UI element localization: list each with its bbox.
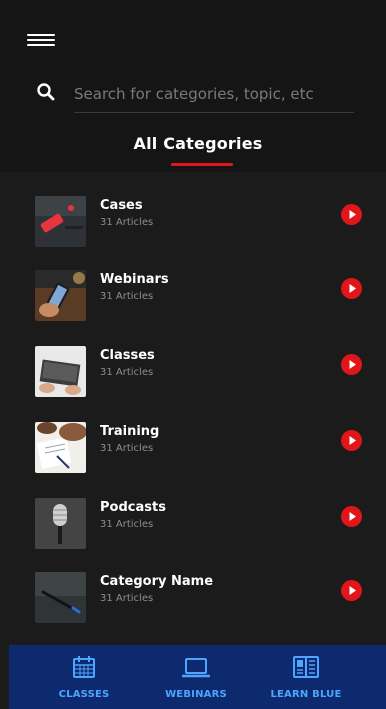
search-bar [36, 80, 356, 113]
play-icon [349, 210, 356, 219]
list-item[interactable]: Classes 31 Articles [0, 328, 386, 397]
nav-label: WEBINARS [165, 689, 227, 700]
nav-item-webinars[interactable]: WEBINARS [141, 645, 251, 709]
category-name-thumbnail [35, 572, 86, 623]
play-icon [349, 284, 356, 293]
list-item[interactable]: Webinars 31 Articles [0, 252, 386, 321]
play-button[interactable] [341, 354, 362, 375]
nav-label: LEARN BLUE [270, 689, 342, 700]
laptop-icon [182, 658, 210, 678]
calendar-icon [73, 656, 95, 678]
play-button[interactable] [341, 580, 362, 601]
training-thumbnail [35, 422, 86, 473]
nav-item-classes[interactable]: CLASSES [29, 645, 139, 709]
webinars-thumbnail [35, 270, 86, 321]
app-screen: All Categories Cases 31 Articles [0, 0, 386, 709]
item-title: Category Name [100, 574, 214, 589]
item-title: Classes [100, 348, 155, 363]
item-subtitle: 31 Articles [100, 217, 154, 228]
bottom-nav: CLASSES WEBINARS LEARN BLUE [9, 645, 386, 709]
search-input[interactable] [74, 80, 354, 113]
hamburger-menu-icon[interactable] [27, 32, 57, 48]
list-item[interactable]: Training 31 Articles [0, 404, 386, 473]
play-icon [349, 360, 356, 369]
play-icon [349, 436, 356, 445]
podcasts-thumbnail [35, 498, 86, 549]
nav-label: CLASSES [58, 689, 110, 700]
page-title: All Categories [133, 134, 263, 153]
item-subtitle: 31 Articles [100, 291, 154, 302]
item-subtitle: 31 Articles [100, 443, 154, 454]
item-subtitle: 31 Articles [100, 367, 154, 378]
item-title: Podcasts [100, 500, 166, 515]
title-underline [171, 163, 233, 166]
classes-thumbnail [35, 346, 86, 397]
play-button[interactable] [341, 506, 362, 527]
item-subtitle: 31 Articles [100, 593, 154, 604]
category-list: Cases 31 Articles Webinars 31 Articles C… [0, 178, 386, 638]
item-title: Training [100, 424, 160, 439]
list-item[interactable]: Category Name 31 Articles [0, 554, 386, 623]
header: All Categories [0, 0, 386, 172]
book-icon [293, 656, 319, 678]
play-button[interactable] [341, 278, 362, 299]
play-icon [349, 586, 356, 595]
play-icon [349, 512, 356, 521]
cases-thumbnail [35, 196, 86, 247]
list-item[interactable]: Podcasts 31 Articles [0, 480, 386, 549]
play-button[interactable] [341, 204, 362, 225]
item-subtitle: 31 Articles [100, 519, 154, 530]
item-title: Cases [100, 198, 143, 213]
item-title: Webinars [100, 272, 169, 287]
play-button[interactable] [341, 430, 362, 451]
list-item[interactable]: Cases 31 Articles [0, 178, 386, 247]
nav-item-learn-blue[interactable]: LEARN BLUE [251, 645, 361, 709]
search-icon[interactable] [36, 82, 56, 102]
